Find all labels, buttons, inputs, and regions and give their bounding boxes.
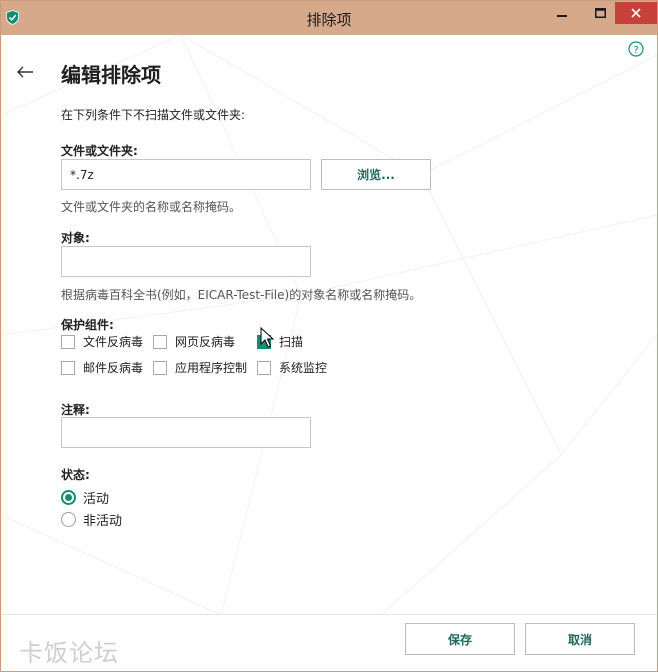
checkbox[interactable]: [153, 360, 167, 375]
checkbox[interactable]: [61, 360, 75, 375]
status-option-inactive[interactable]: 非活动: [61, 510, 122, 529]
save-button[interactable]: 保存: [405, 623, 515, 655]
file-input[interactable]: [61, 159, 311, 190]
minimize-button[interactable]: [547, 2, 577, 24]
comment-label: 注释:: [61, 403, 90, 417]
file-label: 文件或文件夹:: [61, 144, 138, 158]
page-title: 编辑排除项: [61, 63, 161, 87]
close-button[interactable]: [615, 2, 657, 24]
checkbox-label: 扫描: [279, 335, 304, 349]
cancel-button[interactable]: 取消: [525, 623, 635, 655]
status-option-active[interactable]: 活动: [61, 488, 109, 507]
close-icon: [631, 8, 641, 18]
object-label: 对象:: [61, 231, 90, 245]
checkbox-label: 邮件反病毒: [83, 361, 144, 375]
checkbox-label: 系统监控: [279, 361, 328, 375]
checkbox[interactable]: [257, 334, 271, 349]
radio-button[interactable]: [61, 490, 76, 505]
checkbox-label: 网页反病毒: [175, 335, 236, 349]
checkbox-label: 应用程序控制: [175, 361, 248, 375]
window: 排除项 ? 编辑排除项 在下列条件下不扫描文件或文件夹: 文件或文件夹: 浏览.…: [0, 0, 658, 672]
object-hint: 根据病毒百科全书(例如，EICAR-Test-File)的对象名称或名称掩码。: [61, 288, 422, 302]
checkbox[interactable]: [153, 334, 167, 349]
component-file-av[interactable]: 文件反病毒: [61, 333, 143, 350]
intro-text: 在下列条件下不扫描文件或文件夹:: [61, 108, 246, 122]
file-hint: 文件或文件夹的名称或名称掩码。: [61, 200, 242, 214]
radio-label: 活动: [83, 492, 110, 507]
comment-input[interactable]: [61, 417, 311, 448]
checkbox[interactable]: [257, 360, 271, 375]
component-app-control[interactable]: 应用程序控制: [153, 359, 247, 376]
component-scan[interactable]: 扫描: [257, 333, 303, 350]
maximize-icon: [594, 8, 606, 18]
component-web-av[interactable]: 网页反病毒: [153, 333, 235, 350]
title-bar: 排除项: [1, 1, 657, 35]
back-arrow-icon[interactable]: [15, 64, 35, 80]
help-circle-icon[interactable]: ?: [628, 41, 644, 57]
svg-text:?: ?: [633, 45, 638, 56]
status-label: 状态:: [61, 468, 90, 482]
object-input[interactable]: [61, 246, 311, 277]
browse-button[interactable]: 浏览...: [321, 159, 431, 190]
component-system-watcher[interactable]: 系统监控: [257, 359, 327, 376]
radio-button[interactable]: [61, 512, 76, 527]
components-label: 保护组件:: [61, 318, 114, 332]
maximize-button[interactable]: [585, 2, 615, 24]
watermark: 卡饭论坛: [19, 639, 119, 667]
minimize-icon: [557, 15, 567, 17]
radio-label: 非活动: [83, 514, 123, 529]
checkbox-label: 文件反病毒: [83, 335, 144, 349]
checkbox[interactable]: [61, 334, 75, 349]
component-mail-av[interactable]: 邮件反病毒: [61, 359, 143, 376]
